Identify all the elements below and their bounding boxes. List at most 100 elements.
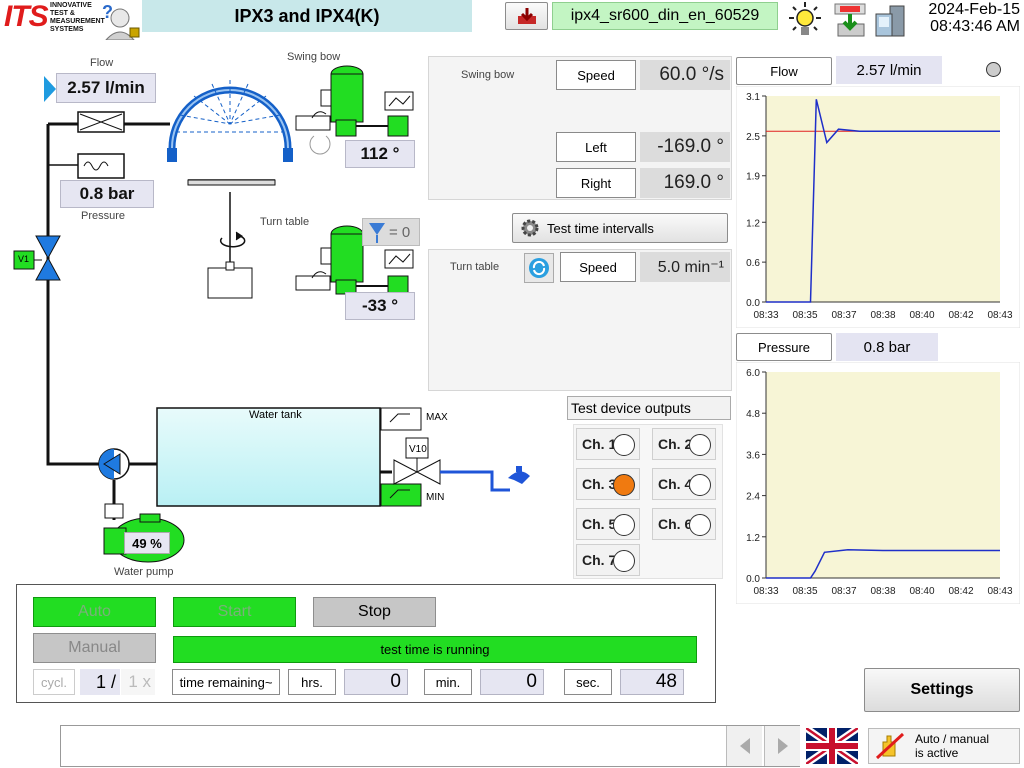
time-mode-button[interactable]: time remaining~ (172, 669, 280, 695)
nozzle-icon (369, 223, 385, 243)
channel-2[interactable]: Ch. 2 (652, 428, 716, 460)
turn-table-angle: -33 ° (345, 292, 415, 320)
channel-led (613, 550, 635, 572)
chart-plot-area (766, 372, 1000, 578)
flow-chart-value: 2.57 l/min (836, 56, 942, 84)
cycle-label: cycl. (33, 669, 75, 695)
chart-x-tick-label: 08:38 (870, 310, 895, 321)
swing-speed-value[interactable]: 60.0 °/s (640, 60, 730, 90)
turn-table-panel-title: Turn table (450, 261, 500, 273)
chevron-left-icon (739, 738, 750, 754)
chart-y-tick-label: 4.8 (746, 409, 760, 420)
status-bar: test time is running (173, 636, 697, 663)
channel-led (689, 474, 711, 496)
channel-led (613, 434, 635, 456)
cycle-total: 1 x (121, 669, 155, 695)
auto-button[interactable]: Auto (33, 597, 156, 627)
hand-blocked-icon (875, 732, 905, 760)
download-data-icon[interactable] (832, 2, 868, 38)
channel-label: Ch. 2 (658, 436, 693, 452)
channel-7[interactable]: Ch. 7 (576, 544, 640, 576)
channel-4[interactable]: Ch. 4 (652, 468, 716, 500)
settings-button[interactable]: Settings (864, 668, 1020, 712)
chart-y-tick-label: 6.0 (746, 368, 760, 379)
time-display: 08:43:46 AM (930, 18, 1020, 35)
outputs-title: Test device outputs (567, 396, 731, 420)
channel-label: Ch. 3 (582, 476, 617, 492)
rotation-icon (529, 258, 549, 278)
chart-x-tick-label: 08:43 (987, 586, 1012, 597)
cycle-current[interactable]: 1 / (80, 669, 120, 695)
pressure-chart-value: 0.8 bar (836, 333, 938, 361)
light-bulb-icon[interactable] (784, 0, 826, 40)
chart-x-tick-label: 08:40 (909, 310, 934, 321)
swing-right-label: Right (556, 168, 636, 198)
min-value[interactable]: 0 (480, 669, 544, 695)
chart-x-tick-label: 08:35 (792, 310, 817, 321)
swing-bow-angle: 112 ° (345, 140, 415, 168)
channel-3[interactable]: Ch. 3 (576, 468, 640, 500)
swing-left-value[interactable]: -169.0 ° (640, 132, 730, 162)
pressure-chart: 0.0 1.2 2.4 3.6 4.8 6.0 08:33 08:35 08:37 08:38 08… (736, 362, 1020, 604)
chart-y-tick-label: 3.1 (746, 92, 760, 103)
channel-led (613, 474, 635, 496)
channel-label: Ch. 5 (582, 516, 617, 532)
mode-status-text: Auto / manual is active (915, 732, 990, 760)
nozzle-counter[interactable]: = 0 (362, 218, 420, 246)
sec-value[interactable]: 48 (620, 669, 684, 695)
swing-left-label: Left (556, 132, 636, 162)
user-icon[interactable]: ? (100, 2, 142, 40)
min-label: MIN (426, 492, 445, 503)
mode-status: Auto / manual is active (868, 728, 1020, 764)
prev-message-button[interactable] (726, 726, 762, 766)
chart-y-tick-label: 2.4 (746, 492, 760, 503)
test-time-intervals-button[interactable]: Test time intervalls (512, 213, 728, 243)
chart-y-tick-label: 3.6 (746, 450, 760, 461)
channel-6[interactable]: Ch. 6 (652, 508, 716, 540)
swing-bow-label: Swing bow (287, 51, 341, 63)
channel-led (689, 514, 711, 536)
pressure-chart-button[interactable]: Pressure (736, 333, 832, 361)
turn-speed-value[interactable]: 5.0 min⁻¹ (640, 252, 730, 282)
start-button[interactable]: Start (173, 597, 296, 627)
turn-speed-label: Speed (560, 252, 636, 282)
swing-right-value[interactable]: 169.0 ° (640, 168, 730, 198)
water-pump-label: Water pump (114, 566, 174, 578)
program-name[interactable]: ipx4_sr600_din_en_60529 (552, 2, 778, 30)
pump-percent: 49 % (124, 532, 170, 554)
manual-button[interactable]: Manual (33, 633, 156, 663)
chart-x-tick-label: 08:43 (987, 310, 1012, 321)
download-button[interactable] (505, 2, 548, 30)
chart-x-tick-label: 08:37 (831, 586, 856, 597)
date-display: 2024-Feb-15 (928, 1, 1020, 18)
channel-5[interactable]: Ch. 5 (576, 508, 640, 540)
logo-tagline: INNOVATIVE TEST & MEASUREMENT SYSTEMS (50, 2, 105, 33)
next-message-button[interactable] (764, 726, 800, 766)
swing-bow-panel-title: Swing bow (461, 69, 515, 81)
chart-y-tick-label: 1.2 (746, 533, 760, 544)
chart-x-tick-label: 08:42 (948, 310, 973, 321)
chart-x-tick-label: 08:38 (870, 586, 895, 597)
hrs-value[interactable]: 0 (344, 669, 408, 695)
chart-x-tick-label: 08:42 (948, 586, 973, 597)
logo-text: ITS (4, 0, 49, 33)
min-label: min. (424, 669, 472, 695)
uk-flag-icon[interactable] (806, 728, 858, 764)
rotation-button[interactable] (524, 253, 554, 283)
channel-label: Ch. 6 (658, 516, 693, 532)
max-label: MAX (426, 412, 448, 423)
stop-button[interactable]: Stop (313, 597, 436, 627)
chart-y-tick-label: 0.0 (746, 298, 760, 309)
chart-x-tick-label: 08:37 (831, 310, 856, 321)
channel-label: Ch. 1 (582, 436, 617, 452)
message-bar (60, 725, 800, 767)
logo: ITS INNOVATIVE TEST & MEASUREMENT SYSTEM… (0, 0, 142, 40)
computer-icon[interactable] (872, 2, 908, 38)
flow-value: 2.57 l/min (56, 73, 156, 103)
chart-y-tick-label: 0.6 (746, 258, 760, 269)
turn-table-label: Turn table (260, 216, 310, 228)
channel-1[interactable]: Ch. 1 (576, 428, 640, 460)
flow-triangle-icon (44, 76, 56, 102)
flow-label: Flow (90, 57, 114, 69)
flow-chart-button[interactable]: Flow (736, 57, 832, 85)
